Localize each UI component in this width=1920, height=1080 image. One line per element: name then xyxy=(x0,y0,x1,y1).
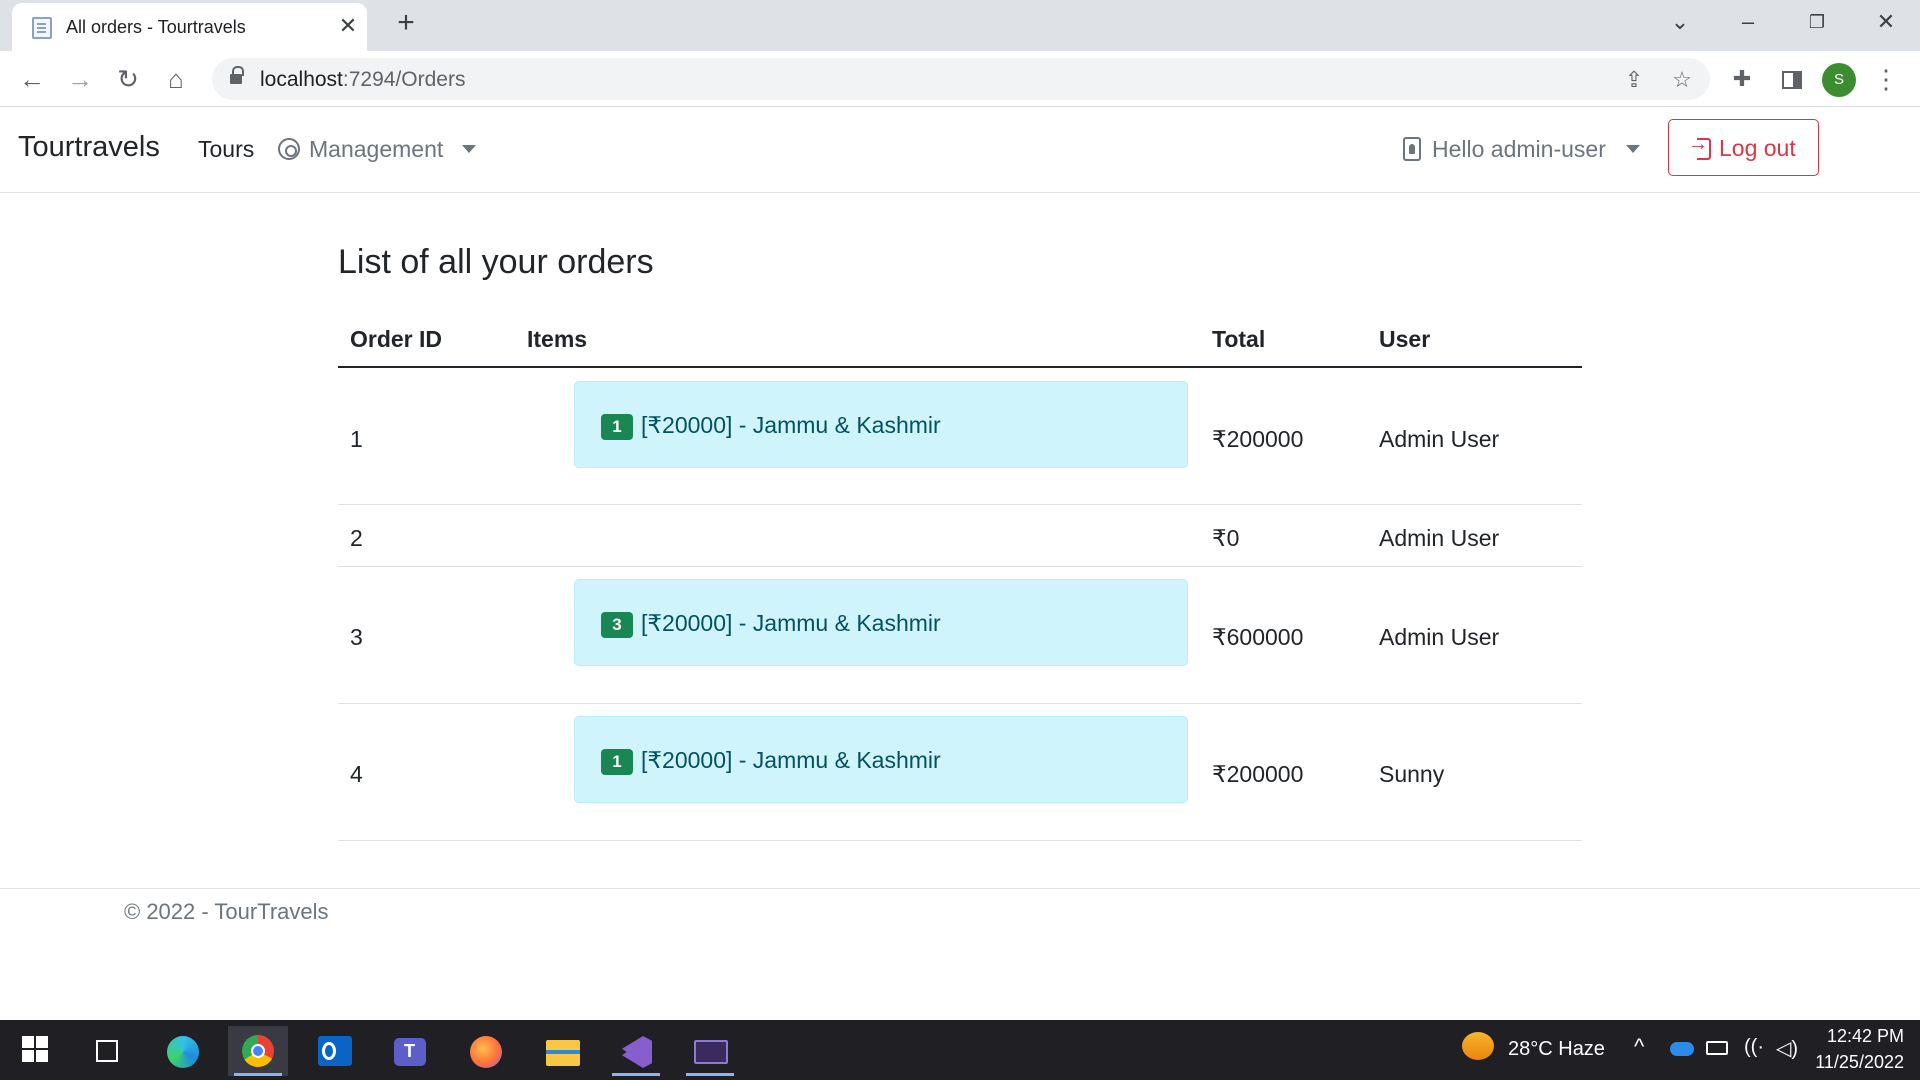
weather-haze-icon[interactable] xyxy=(1462,1032,1494,1060)
page-favicon-icon xyxy=(32,17,52,39)
quantity-badge: 1 xyxy=(601,749,633,775)
order-id-cell: 4 xyxy=(350,761,363,787)
footer-copyright: © 2022 - TourTravels xyxy=(124,899,329,924)
order-item-text: [₹20000] - Jammu & Kashmir xyxy=(641,747,941,773)
close-tab-icon[interactable]: ✕ xyxy=(334,12,362,40)
row-divider xyxy=(338,566,1582,567)
clock-time[interactable]: 12:42 PM xyxy=(1810,1026,1904,1047)
outlook-icon[interactable] xyxy=(304,1026,364,1076)
user-badge-icon xyxy=(1403,137,1421,161)
order-id-cell: 1 xyxy=(350,426,363,452)
order-item-alert: 1 [₹20000] - Jammu & Kashmir xyxy=(574,381,1188,468)
wifi-icon[interactable]: ((· xyxy=(1744,1036,1764,1059)
site-navbar: Tourtravels Tours Management Hello admin… xyxy=(0,107,1920,193)
edge-browser-icon[interactable] xyxy=(153,1026,213,1076)
order-total-cell: ₹200000 xyxy=(1212,761,1304,787)
order-user-cell: Sunny xyxy=(1379,761,1445,787)
logout-label: Log out xyxy=(1719,135,1796,161)
footer-divider xyxy=(0,888,1920,889)
order-item-alert: 3 [₹20000] - Jammu & Kashmir xyxy=(574,579,1188,666)
task-view-icon[interactable] xyxy=(76,1026,136,1076)
new-tab-icon[interactable]: + xyxy=(390,8,422,40)
logout-icon xyxy=(1688,133,1711,160)
bookmark-star-icon[interactable]: ☆ xyxy=(1668,66,1696,94)
page-title: List of all your orders xyxy=(338,243,654,281)
share-icon[interactable]: ⇪ xyxy=(1620,66,1648,94)
order-total-cell: ₹200000 xyxy=(1212,426,1304,452)
gear-icon xyxy=(278,138,300,160)
order-item-text: [₹20000] - Jammu & Kashmir xyxy=(641,610,941,636)
table-header-divider xyxy=(338,366,1582,368)
order-item-alert: 1 [₹20000] - Jammu & Kashmir xyxy=(574,716,1188,803)
volume-icon[interactable]: ◁) xyxy=(1776,1036,1798,1061)
column-header-user: User xyxy=(1379,326,1431,352)
file-explorer-icon[interactable] xyxy=(532,1026,592,1076)
terminal-icon[interactable] xyxy=(680,1026,740,1076)
chrome-browser-icon[interactable] xyxy=(228,1026,288,1076)
extensions-puzzle-icon[interactable]: ✚ xyxy=(1726,63,1758,95)
order-id-cell: 3 xyxy=(350,624,363,650)
windows-start-icon[interactable] xyxy=(22,1036,48,1062)
forward-icon[interactable]: → xyxy=(64,63,96,95)
order-id-cell: 2 xyxy=(350,525,363,551)
row-divider xyxy=(338,504,1582,505)
nav-link-tours[interactable]: Tours xyxy=(198,136,254,163)
profile-avatar[interactable]: S xyxy=(1822,63,1856,97)
order-user-cell: Admin User xyxy=(1379,426,1500,452)
minimize-icon[interactable]: – xyxy=(1728,6,1768,38)
brand-link[interactable]: Tourtravels xyxy=(18,131,160,164)
address-bar[interactable]: localhost:7294/Orders ⇪ ☆ xyxy=(212,58,1710,100)
column-header-total: Total xyxy=(1212,326,1266,352)
order-total-cell: ₹0 xyxy=(1212,525,1240,551)
browser-tab[interactable]: All orders - Tourtravels ✕ xyxy=(12,3,367,51)
show-hidden-icons-chevron-icon[interactable]: ^ xyxy=(1634,1034,1644,1060)
nav-dropdown-management[interactable]: Management xyxy=(309,136,443,163)
restore-icon[interactable]: ❐ xyxy=(1797,6,1837,38)
reload-icon[interactable]: ↻ xyxy=(112,63,144,95)
column-header-order-id: Order ID xyxy=(350,326,443,352)
teams-icon[interactable]: T xyxy=(380,1026,440,1076)
visual-studio-icon[interactable] xyxy=(606,1026,666,1076)
back-icon[interactable]: ← xyxy=(16,63,48,95)
chevron-down-icon[interactable] xyxy=(1626,145,1640,153)
home-icon[interactable]: ⌂ xyxy=(160,63,192,95)
row-divider xyxy=(338,840,1582,841)
side-panel-icon[interactable] xyxy=(1782,71,1802,89)
logout-button[interactable]: Log out xyxy=(1668,119,1819,176)
browser-tabstrip: All orders - Tourtravels ✕ + ⌄ – ❐ ✕ xyxy=(0,0,1920,51)
tab-title: All orders - Tourtravels xyxy=(66,17,246,37)
quantity-badge: 3 xyxy=(601,612,633,638)
browser-menu-icon[interactable]: ⋮ xyxy=(1870,63,1902,95)
weather-text[interactable]: 28°C Haze xyxy=(1508,1038,1605,1061)
url-text: localhost:7294/Orders xyxy=(260,68,466,91)
firefox-icon[interactable] xyxy=(456,1026,516,1076)
user-dropdown[interactable]: Hello admin-user xyxy=(1432,136,1606,163)
tab-search-chevron-icon[interactable]: ⌄ xyxy=(1660,6,1700,38)
chevron-down-icon[interactable] xyxy=(462,145,476,153)
onedrive-cloud-icon[interactable] xyxy=(1670,1042,1694,1056)
order-user-cell: Admin User xyxy=(1379,525,1500,551)
battery-icon[interactable] xyxy=(1706,1041,1728,1055)
lock-icon[interactable] xyxy=(230,66,244,86)
quantity-badge: 1 xyxy=(601,414,633,440)
clock-date[interactable]: 11/25/2022 xyxy=(1810,1052,1904,1073)
browser-toolbar: ← → ↻ ⌂ localhost:7294/Orders ⇪ ☆ ✚ S ⋮ xyxy=(0,51,1920,107)
windows-taskbar: T 28°C Haze ^ ((· ◁) 12:42 PM 11/25/2022 xyxy=(0,1020,1920,1080)
order-item-text: [₹20000] - Jammu & Kashmir xyxy=(641,412,941,438)
close-window-icon[interactable]: ✕ xyxy=(1866,6,1906,38)
column-header-items: Items xyxy=(527,326,588,352)
order-user-cell: Admin User xyxy=(1379,624,1500,650)
order-total-cell: ₹600000 xyxy=(1212,624,1304,650)
row-divider xyxy=(338,703,1582,704)
